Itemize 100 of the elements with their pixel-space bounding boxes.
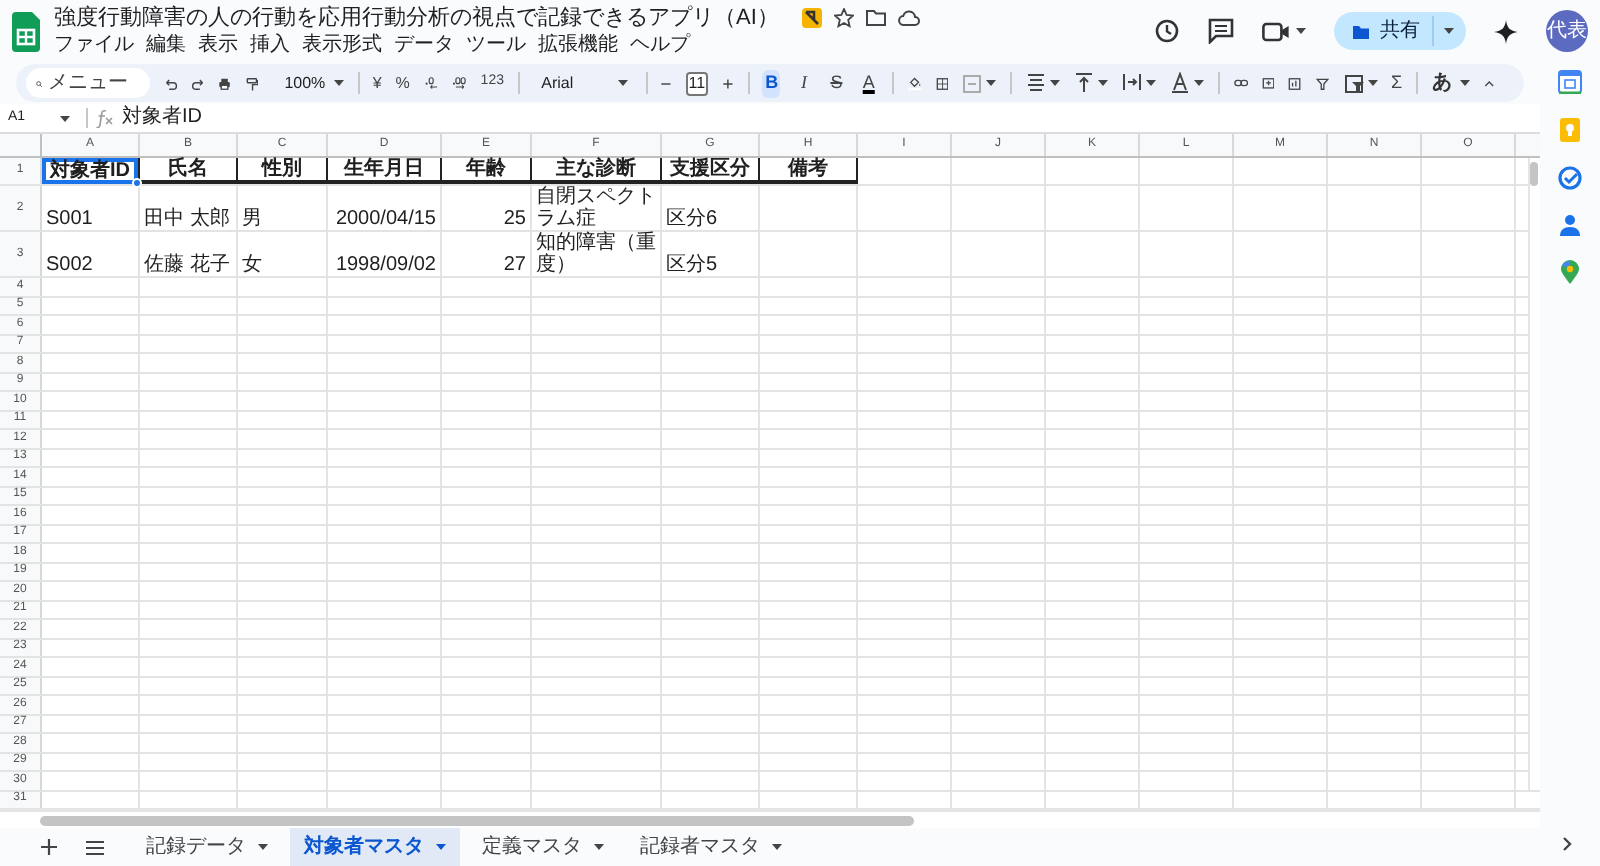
table-cell[interactable]: 区分6 xyxy=(662,186,758,230)
cloud-icon[interactable] xyxy=(898,8,921,28)
star-icon[interactable] xyxy=(834,8,855,28)
table-cell[interactable]: 25 xyxy=(442,186,530,230)
menu-item[interactable]: ファイル xyxy=(54,36,134,56)
currency-format[interactable]: ¥ xyxy=(372,71,382,95)
vertical-align-icon[interactable] xyxy=(1074,72,1095,94)
sheet-tab[interactable]: 記録者マスタ xyxy=(626,828,796,866)
vertical-scrollbar[interactable] xyxy=(1528,158,1540,790)
text-rotate-icon[interactable] xyxy=(1170,72,1191,94)
folder-icon[interactable] xyxy=(866,8,887,28)
caret-icon[interactable] xyxy=(1296,28,1306,34)
sparkle-icon[interactable] xyxy=(1494,19,1518,43)
caret-icon[interactable] xyxy=(60,115,70,121)
table-cell[interactable]: 自閉スペクトラム症 xyxy=(532,186,660,230)
task-check-icon[interactable] xyxy=(1558,166,1582,190)
folder-icon xyxy=(1352,23,1370,39)
print-icon[interactable] xyxy=(218,73,232,93)
table-cell[interactable]: S002 xyxy=(42,232,138,276)
increase-decimal-icon[interactable] xyxy=(452,72,467,94)
font-dropdown[interactable]: Arial xyxy=(533,71,632,95)
table-cell[interactable]: 女 xyxy=(238,232,326,276)
font-name: Arial xyxy=(541,71,574,95)
bold-button[interactable]: B xyxy=(762,69,781,97)
decrease-decimal-icon[interactable] xyxy=(423,72,439,94)
zoom-dropdown[interactable]: 100% xyxy=(272,71,344,95)
map-pin-icon[interactable] xyxy=(1560,260,1580,284)
caret-icon[interactable] xyxy=(1459,80,1470,86)
text-color-button[interactable]: A xyxy=(859,69,878,97)
menu-item[interactable]: 編集 xyxy=(146,36,186,56)
function-icon xyxy=(96,108,114,128)
italic-button[interactable]: I xyxy=(794,69,814,97)
caret-icon[interactable] xyxy=(1050,80,1061,86)
avatar[interactable]: 代表 xyxy=(1546,10,1588,52)
caret-icon[interactable] xyxy=(1444,28,1454,34)
share-button[interactable]: 共有 xyxy=(1334,12,1466,50)
menu-item[interactable]: ツール xyxy=(466,36,526,56)
badge-icon[interactable] xyxy=(802,8,823,28)
caret-icon[interactable] xyxy=(1098,80,1109,86)
caret-icon[interactable] xyxy=(1146,80,1157,86)
scroll-thumb[interactable] xyxy=(1530,162,1538,186)
align-icon[interactable] xyxy=(1026,72,1047,94)
calendar-icon[interactable] xyxy=(1558,70,1582,94)
caret-icon[interactable] xyxy=(772,844,782,850)
table-cell[interactable]: 男 xyxy=(238,186,326,230)
filter-icon[interactable] xyxy=(1315,73,1330,93)
table-cell[interactable]: 佐藤 花子 xyxy=(140,232,236,276)
scroll-thumb[interactable] xyxy=(40,816,914,826)
table-cell[interactable]: 1998/09/02 xyxy=(328,232,440,276)
table-cell[interactable]: 知的障害（重度） xyxy=(532,232,660,276)
person-icon[interactable] xyxy=(1560,214,1580,236)
chevron-right-icon[interactable] xyxy=(1562,836,1574,852)
caret-icon[interactable] xyxy=(986,80,997,86)
menu-item[interactable]: データ xyxy=(394,36,454,56)
table-cell[interactable]: 27 xyxy=(442,232,530,276)
caret-icon[interactable] xyxy=(594,844,604,850)
caret-icon[interactable] xyxy=(1194,80,1205,86)
fill-color-icon[interactable] xyxy=(907,72,922,94)
caret-icon[interactable] xyxy=(333,80,344,86)
video-camera-icon[interactable] xyxy=(1262,19,1290,43)
menu-item[interactable]: ヘルプ xyxy=(630,36,690,56)
plus-icon[interactable] xyxy=(721,75,734,91)
strikethrough-button[interactable]: S xyxy=(827,69,846,97)
chart-icon[interactable] xyxy=(1288,73,1302,93)
document-title[interactable]: 強度行動障害の人の行動を応用行動分析の視点で記録できるアプリ（AI） xyxy=(54,1,779,35)
menu-item[interactable]: 表示形式 xyxy=(302,36,382,56)
borders-icon[interactable] xyxy=(935,73,949,93)
link-icon[interactable] xyxy=(1233,74,1248,92)
add-comment-icon[interactable] xyxy=(1261,73,1275,93)
font-size-field[interactable]: 11 xyxy=(686,71,708,95)
caret-icon[interactable] xyxy=(436,844,446,850)
table-cell[interactable]: 2000/04/15 xyxy=(328,186,440,230)
merge-cells-icon[interactable] xyxy=(962,73,983,93)
comment-icon[interactable] xyxy=(1208,18,1234,44)
percent-format[interactable]: % xyxy=(395,71,410,95)
table-cell[interactable]: 区分5 xyxy=(662,232,758,276)
sheet-tab[interactable]: 定義マスタ xyxy=(468,828,618,866)
table-cell[interactable]: 田中 太郎 xyxy=(140,186,236,230)
menu-item[interactable]: 拡張機能 xyxy=(538,36,618,56)
input-tools-dropdown[interactable]: あ xyxy=(1431,68,1470,98)
paint-roller-icon[interactable] xyxy=(245,73,259,93)
formula-field[interactable]: 対象者ID xyxy=(122,108,1540,128)
plus-icon[interactable] xyxy=(40,838,58,856)
caret-icon[interactable] xyxy=(258,844,268,850)
table-cell[interactable]: S001 xyxy=(42,186,138,230)
menu-icon[interactable] xyxy=(86,839,104,855)
menu-item[interactable]: 表示 xyxy=(198,36,238,56)
menu-item[interactable]: 挿入 xyxy=(250,36,290,56)
caret-icon[interactable] xyxy=(1367,80,1378,86)
search-field[interactable]: メニュー xyxy=(26,68,150,98)
text-wrap-icon[interactable] xyxy=(1122,72,1143,94)
collapse-icon[interactable] xyxy=(1483,77,1494,89)
filter-views-icon[interactable] xyxy=(1343,73,1364,93)
input-tools-label: あ xyxy=(1431,70,1452,98)
sheet-tab[interactable]: 記録データ xyxy=(132,828,282,866)
functions-button[interactable]: Σ xyxy=(1391,69,1403,97)
sheets-logo-icon[interactable] xyxy=(12,11,40,51)
sheet-tab[interactable]: 対象者マスタ xyxy=(290,828,460,866)
history-icon[interactable] xyxy=(1154,18,1180,44)
caret-icon[interactable] xyxy=(617,80,628,86)
